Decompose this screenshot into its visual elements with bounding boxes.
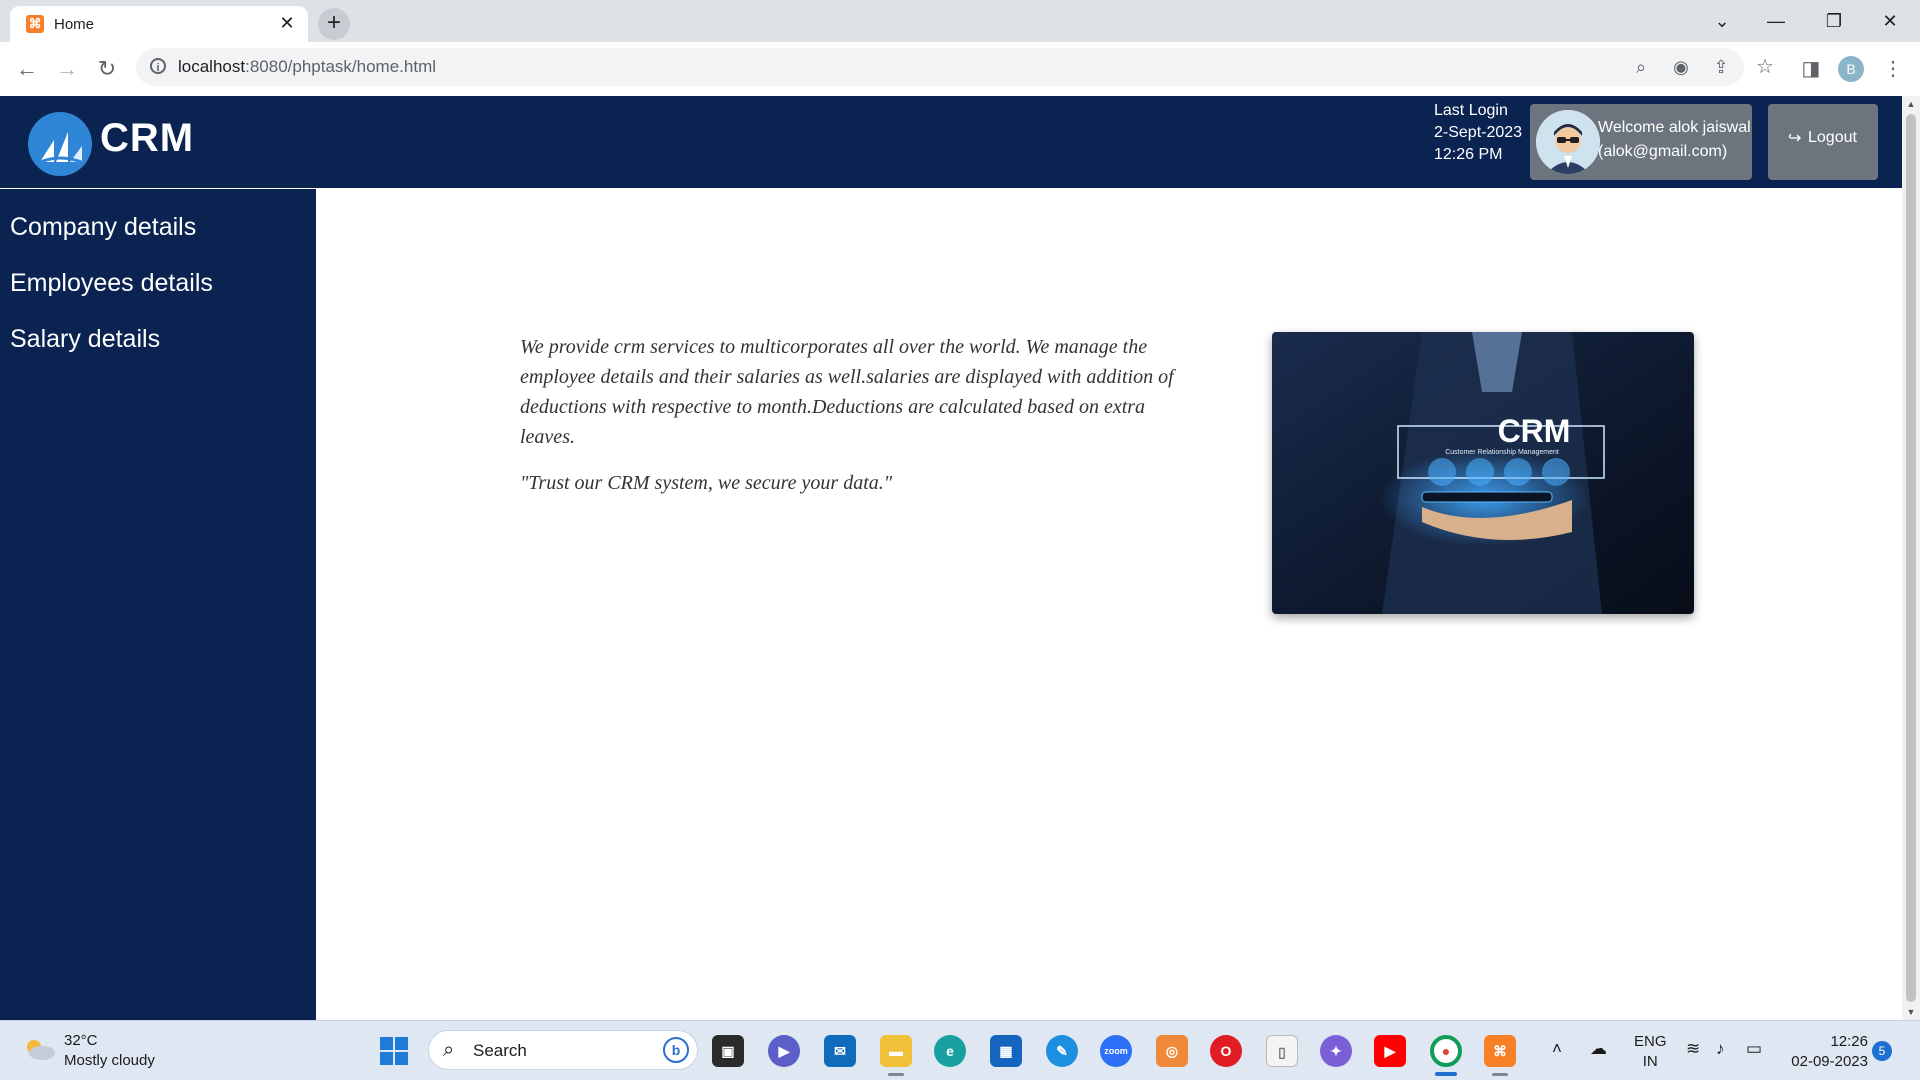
last-login-info: Last Login 2-Sept-2023 12:26 PM — [1434, 100, 1522, 166]
bookmark-star-icon[interactable]: ☆ — [1750, 52, 1780, 82]
forward-arrow-icon[interactable]: → — [52, 54, 82, 84]
taskbar-search-label: Search — [473, 1041, 527, 1060]
clock-date: 02-09-2023 — [1791, 1053, 1868, 1070]
welcome-email: (alok@gmail.com) — [1598, 143, 1728, 160]
chrome-active-indicator — [1435, 1072, 1457, 1076]
url-text[interactable]: localhost:8080/phptask/home.html — [178, 57, 436, 77]
teams-chat-icon[interactable]: ▶ — [768, 1035, 800, 1067]
browser-toolbar: ← → ↻ i localhost:8080/phptask/home.html… — [0, 42, 1920, 97]
xampp-icon[interactable]: ⌘ — [1484, 1035, 1516, 1067]
microsoft-store-icon[interactable]: ▦ — [990, 1035, 1022, 1067]
blank-file-icon[interactable]: ▯ — [1266, 1035, 1298, 1067]
windows-start-icon[interactable] — [380, 1037, 408, 1065]
app-orange-icon[interactable]: ◎ — [1156, 1035, 1188, 1067]
cloudy-weather-icon[interactable] — [22, 1037, 56, 1061]
logo-text: CRM — [100, 116, 195, 160]
user-avatar — [1536, 110, 1600, 174]
xampp-favicon-icon: ⌘ — [26, 15, 44, 33]
copilot-icon[interactable]: ✦ — [1320, 1035, 1352, 1067]
hero-crm-title: CRM — [1498, 413, 1571, 449]
opera-icon[interactable]: O — [1210, 1035, 1242, 1067]
restore-button[interactable]: ❐ — [1814, 6, 1854, 36]
address-bar[interactable]: i localhost:8080/phptask/home.html ⌕ ◉ ⇪ — [136, 48, 1744, 86]
scroll-down-icon[interactable]: ▼ — [1902, 1004, 1920, 1020]
close-window-button[interactable]: ✕ — [1870, 6, 1910, 36]
browser-tab[interactable]: ⌘ Home ✕ — [10, 6, 308, 42]
eye-icon[interactable]: ◉ — [1670, 56, 1692, 78]
intro-quote: "Trust our CRM system, we secure your da… — [520, 472, 893, 494]
logout-button[interactable]: ↪ Logout — [1768, 104, 1878, 180]
clock-time: 12:26 — [1830, 1033, 1868, 1050]
edge-icon[interactable]: e — [934, 1035, 966, 1067]
notification-badge[interactable]: 5 — [1872, 1041, 1892, 1061]
back-arrow-icon[interactable]: ← — [12, 54, 42, 84]
site-info-icon[interactable]: i — [150, 58, 166, 74]
reload-icon[interactable]: ↻ — [92, 54, 122, 84]
logout-label: Logout — [1808, 129, 1857, 146]
sidebar: Company details Employees details Salary… — [0, 189, 316, 1020]
zoom-icon-taskbar[interactable]: zoom — [1100, 1035, 1132, 1067]
hero-crm-subtitle: Customer Relationship Management — [1445, 449, 1559, 456]
welcome-name: Welcome alok jaiswal — [1598, 119, 1751, 136]
volume-icon[interactable]: ♪ — [1716, 1039, 1725, 1059]
wifi-icon[interactable]: ≋ — [1686, 1039, 1700, 1059]
new-tab-button[interactable]: + — [318, 8, 350, 40]
logout-icon: ↪ — [1788, 130, 1802, 147]
profile-avatar[interactable]: B — [1838, 56, 1864, 82]
intro-paragraph: We provide crm services to multicorporat… — [520, 336, 1174, 448]
tray-overflow-chevron-icon[interactable]: ˄ — [1552, 1039, 1562, 1059]
app-header: CRM Last Login 2-Sept-2023 12:26 PM Welc… — [0, 96, 1902, 188]
windows-taskbar: 32°C Mostly cloudy ⌕ Search b ▣ ▶ ✉ ▬ e … — [0, 1020, 1920, 1080]
tab-title: Home — [54, 16, 95, 33]
region-code: IN — [1642, 1053, 1658, 1070]
language-indicator[interactable]: ENG IN — [1634, 1032, 1667, 1072]
last-login-date: 2-Sept-2023 — [1434, 124, 1523, 141]
browser-tabstrip: ⌘ Home ✕ + ⌄ — ❐ ✕ — [0, 0, 1920, 42]
weather-temperature[interactable]: 32°C — [64, 1032, 98, 1049]
bing-icon[interactable]: b — [663, 1037, 689, 1063]
youtube-icon[interactable]: ▶ — [1374, 1035, 1406, 1067]
tool-app-icon[interactable]: ✎ — [1046, 1035, 1078, 1067]
zoom-icon[interactable]: ⌕ — [1630, 56, 1652, 78]
task-view-icon[interactable]: ▣ — [712, 1035, 744, 1067]
chrome-icon[interactable]: ● — [1430, 1035, 1462, 1067]
tab-close-button[interactable]: ✕ — [276, 12, 298, 34]
last-login-label: Last Login — [1434, 102, 1508, 119]
web-page: CRM Last Login 2-Sept-2023 12:26 PM Welc… — [0, 96, 1902, 1020]
page-scrollbar[interactable]: ▲ ▼ — [1902, 96, 1920, 1020]
sidebar-item-salary-details[interactable]: Salary details — [10, 325, 160, 354]
language-code: ENG — [1634, 1033, 1667, 1050]
intro-text: We provide crm services to multicorporat… — [520, 332, 1180, 514]
search-icon: ⌕ — [443, 1039, 455, 1061]
weather-description[interactable]: Mostly cloudy — [64, 1052, 155, 1069]
battery-icon[interactable]: ▭ — [1746, 1039, 1762, 1059]
file-explorer-running-indicator — [888, 1073, 904, 1076]
tab-search-chevron-icon[interactable]: ⌄ — [1702, 6, 1742, 36]
welcome-text: Welcome alok jaiswal (alok@gmail.com) — [1598, 116, 1751, 164]
scroll-up-icon[interactable]: ▲ — [1902, 96, 1920, 112]
mail-icon[interactable]: ✉ — [824, 1035, 856, 1067]
side-panel-icon[interactable]: ◨ — [1796, 54, 1826, 84]
onedrive-error-icon[interactable]: ☁ — [1590, 1039, 1607, 1059]
sidebar-item-company-details[interactable]: Company details — [10, 213, 196, 242]
xampp-running-indicator — [1492, 1073, 1508, 1076]
taskbar-search-box[interactable]: ⌕ Search b — [428, 1030, 698, 1070]
user-welcome-box[interactable]: Welcome alok jaiswal (alok@gmail.com) — [1530, 104, 1752, 180]
share-icon[interactable]: ⇪ — [1710, 56, 1732, 78]
crm-hero-image: CRM Customer Relationship Management — [1272, 332, 1694, 614]
system-clock[interactable]: 12:26 02-09-2023 — [1784, 1032, 1868, 1072]
sidebar-item-employees-details[interactable]: Employees details — [10, 269, 213, 298]
scroll-thumb[interactable] — [1906, 114, 1916, 1002]
menu-kebab-icon[interactable]: ⋮ — [1878, 54, 1908, 84]
file-explorer-icon[interactable]: ▬ — [880, 1035, 912, 1067]
minimize-button[interactable]: — — [1756, 6, 1796, 36]
last-login-time: 12:26 PM — [1434, 146, 1503, 163]
crm-logo-icon[interactable] — [28, 112, 92, 176]
